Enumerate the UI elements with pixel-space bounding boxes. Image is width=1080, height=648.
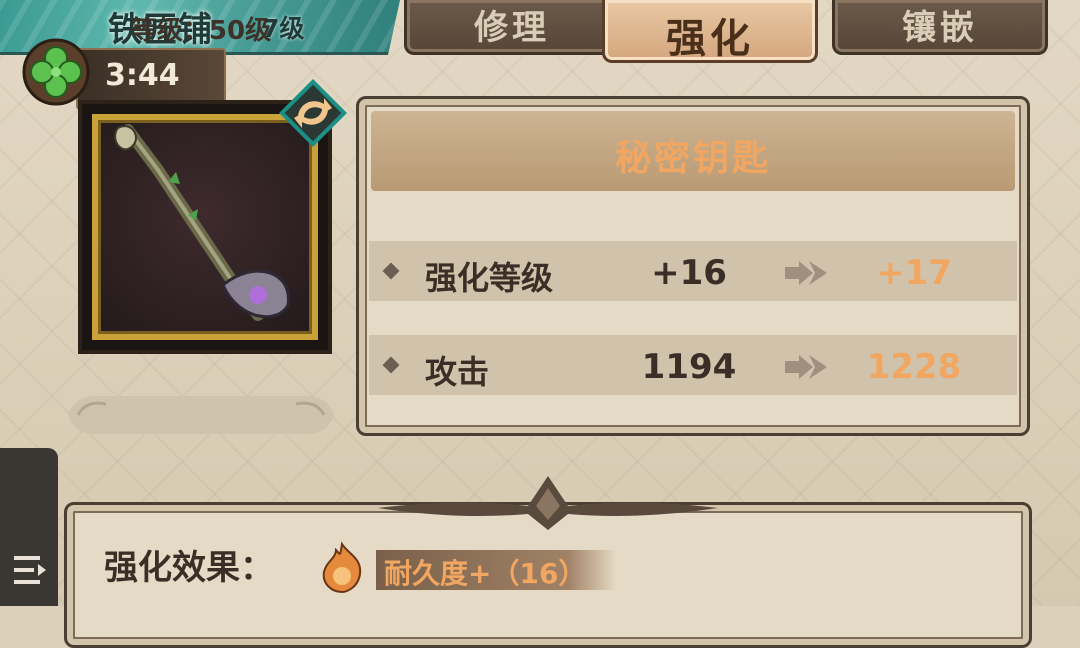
level-plate	[68, 396, 334, 434]
stat-current: 1194	[641, 347, 737, 387]
effect-title: 强化效果：	[104, 548, 274, 588]
stat-row-enhance-level: 强化等级 +16 +17	[369, 241, 1017, 301]
item-level: 等级：50级	[130, 16, 272, 46]
stat-next: 1228	[866, 347, 962, 387]
list-menu-icon[interactable]	[10, 550, 50, 590]
stat-next: +17	[876, 253, 952, 293]
stat-name: 攻击	[425, 353, 490, 391]
tab-enhance-label: 强化	[666, 16, 754, 62]
ornament-divider	[378, 476, 718, 530]
double-arrow-icon	[785, 261, 827, 285]
item-name: 秘密钥匙	[614, 138, 771, 179]
stats-panel: 秘密钥匙 强化等级 +16 +17 攻击 1194 1228	[356, 96, 1030, 436]
timer-text: 3:44	[105, 58, 180, 93]
tab-inlay-label: 镶嵌	[902, 8, 978, 48]
tab-repair-label: 修理	[474, 8, 550, 48]
clover-icon	[22, 38, 90, 106]
item-name-header: 秘密钥匙	[371, 111, 1015, 191]
stat-current: +16	[651, 253, 727, 293]
swap-icon[interactable]	[278, 78, 348, 148]
diamond-bullet-icon	[382, 356, 400, 374]
staff-icon	[114, 124, 290, 321]
tab-inlay[interactable]: 镶嵌	[832, 0, 1048, 55]
effect-label: 耐久度+（16）	[384, 557, 587, 590]
double-arrow-icon	[785, 355, 827, 379]
fire-orb-icon	[322, 541, 362, 594]
stat-row-attack: 攻击 1194 1228	[369, 335, 1017, 395]
stat-name: 强化等级	[425, 259, 554, 297]
effect-tag: 耐久度+（16）	[376, 550, 616, 590]
tab-repair[interactable]: 修理	[404, 0, 620, 55]
tab-enhance[interactable]: 强化	[602, 0, 818, 63]
diamond-bullet-icon	[382, 262, 400, 280]
